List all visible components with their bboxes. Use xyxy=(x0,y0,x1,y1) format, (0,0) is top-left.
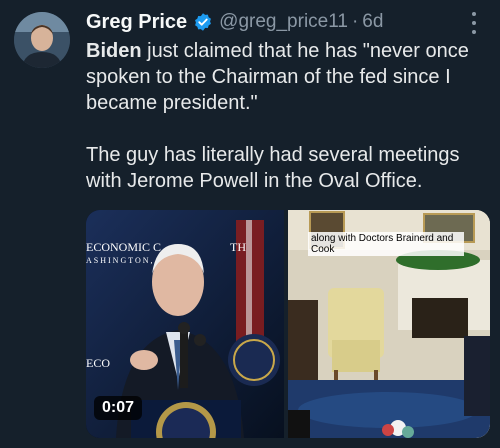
tweet-bold-word: Biden xyxy=(86,40,142,62)
author-handle[interactable]: @greg_price11 xyxy=(219,11,348,33)
tweet-paragraph-2: The guy has literally had several meetin… xyxy=(86,144,460,192)
tweet-text: Biden just claimed that he has "never on… xyxy=(86,38,490,194)
more-dot xyxy=(472,12,476,16)
backdrop-text: ASHINGTON, xyxy=(86,256,155,265)
verified-badge-icon xyxy=(195,13,212,31)
video-caption: along with Doctors Brainerd and Cook xyxy=(308,232,464,256)
backdrop-text: TH xyxy=(230,240,246,254)
avatar-image xyxy=(14,12,70,68)
video-left-panel: ECONOMIC C ASHINGTON, TH ECO 0:07 xyxy=(86,210,284,438)
author-avatar[interactable] xyxy=(14,12,70,68)
more-options-icon[interactable] xyxy=(464,12,484,34)
video-duration-badge: 0:07 xyxy=(94,396,143,420)
tweet-timestamp[interactable]: 6d xyxy=(362,11,383,33)
author-name[interactable]: Greg Price xyxy=(86,11,187,34)
header-separator: · xyxy=(351,11,359,32)
more-dot xyxy=(472,30,476,34)
more-dot xyxy=(472,21,476,25)
tweet-paragraph-1-text: just claimed that he has "never once spo… xyxy=(86,40,469,114)
tweet-video[interactable]: ECONOMIC C ASHINGTON, TH ECO 0:07 along … xyxy=(86,210,490,438)
backdrop-text: ECO xyxy=(86,356,110,370)
tweet-header: Greg Price @greg_price11 · 6d xyxy=(86,9,470,35)
backdrop-text: ECONOMIC C xyxy=(86,240,162,254)
tweet-paragraph-1: Biden just claimed that he has "never on… xyxy=(86,38,490,116)
video-right-panel: along with Doctors Brainerd and Cook xyxy=(288,210,490,438)
